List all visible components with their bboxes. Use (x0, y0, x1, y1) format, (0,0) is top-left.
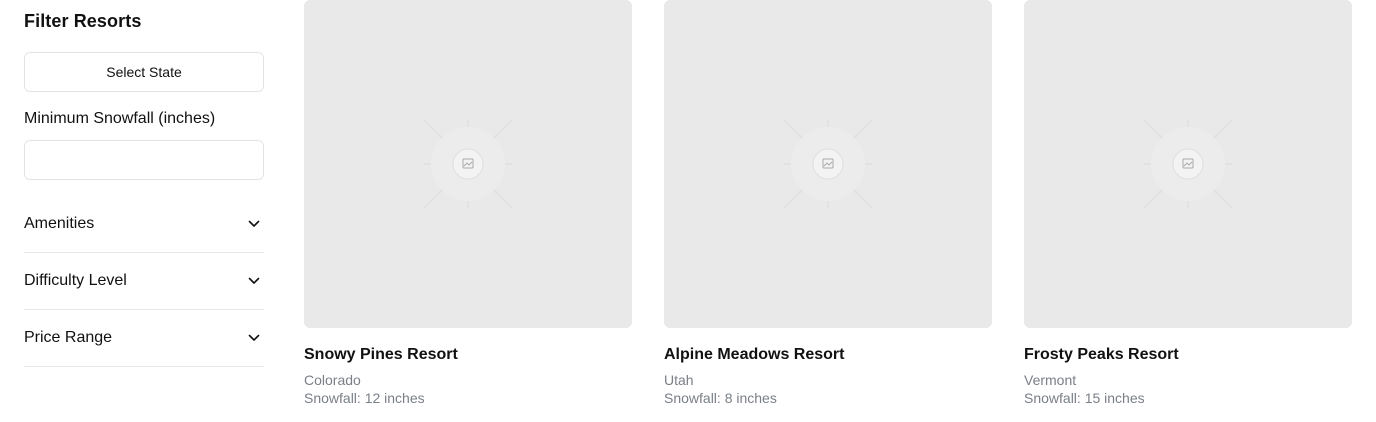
resort-state: Vermont (1024, 372, 1077, 388)
resort-image (1024, 0, 1352, 328)
chevron-down-icon (246, 330, 262, 346)
image-placeholder-icon (423, 119, 513, 209)
resort-snowfall: Snowfall: 8 inches (664, 390, 777, 406)
filter-accordion: Amenities Difficulty Level Price Range (24, 196, 264, 367)
resort-image (304, 0, 632, 328)
resort-name: Snowy Pines Resort (304, 346, 458, 363)
accordion-item-difficulty-level[interactable]: Difficulty Level (24, 253, 264, 310)
resort-state: Colorado (304, 372, 361, 388)
min-snowfall-input[interactable] (24, 140, 264, 180)
chevron-down-icon (246, 216, 262, 232)
resort-card[interactable]: Snowy Pines Resort Colorado Snowfall: 12… (304, 0, 632, 406)
resort-name: Frosty Peaks Resort (1024, 346, 1179, 363)
resort-image (664, 0, 992, 328)
resort-snowfall: Snowfall: 12 inches (304, 390, 425, 406)
resort-snowfall: Snowfall: 15 inches (1024, 390, 1145, 406)
select-state-button[interactable]: Select State (24, 52, 264, 92)
min-snowfall-label: Minimum Snowfall (inches) (24, 110, 216, 127)
accordion-label: Price Range (24, 329, 113, 346)
accordion-label: Difficulty Level (24, 272, 127, 289)
chevron-down-icon (246, 273, 262, 289)
image-placeholder-icon (783, 119, 873, 209)
accordion-item-price-range[interactable]: Price Range (24, 310, 264, 367)
accordion-item-amenities[interactable]: Amenities (24, 196, 264, 253)
accordion-label: Amenities (24, 215, 95, 232)
image-placeholder-icon (1143, 119, 1233, 209)
resort-state: Utah (664, 372, 694, 388)
sidebar-title: Filter Resorts (24, 11, 142, 31)
resort-card[interactable]: Frosty Peaks Resort Vermont Snowfall: 15… (1024, 0, 1352, 406)
resort-name: Alpine Meadows Resort (664, 346, 845, 363)
resort-card[interactable]: Alpine Meadows Resort Utah Snowfall: 8 i… (664, 0, 992, 406)
